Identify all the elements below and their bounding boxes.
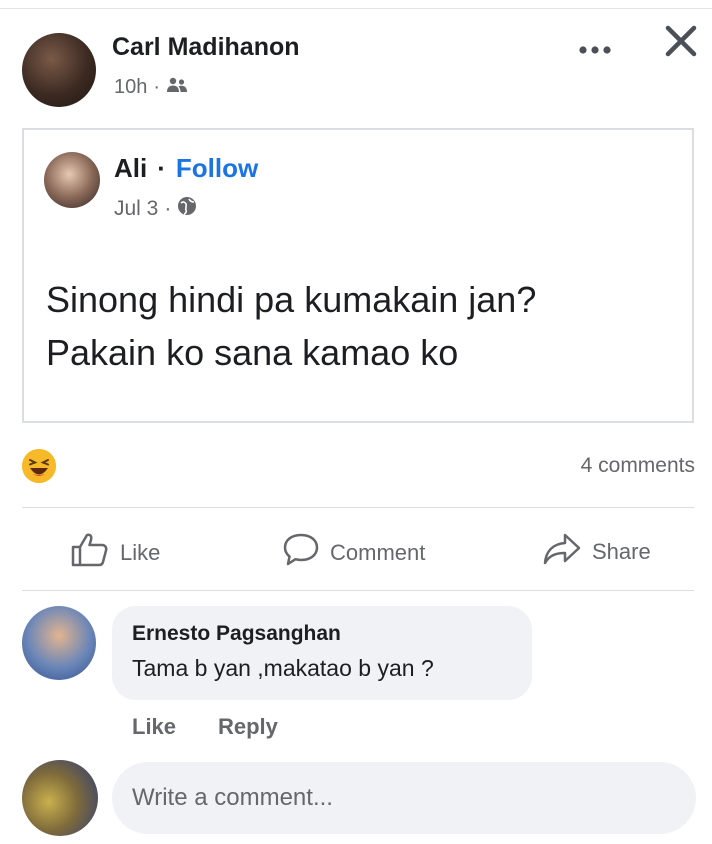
close-icon[interactable] [664,24,698,65]
commenter-avatar[interactable] [22,606,96,680]
shared-meta-separator: · [164,197,172,220]
top-divider [0,0,712,9]
share-label: Share [592,539,651,564]
shared-author-name[interactable]: Ali [114,153,147,184]
write-comment-input[interactable] [112,762,696,834]
follow-button[interactable]: Follow [176,153,258,184]
friends-icon [166,76,188,99]
commenter-name[interactable]: Ernesto Pagsanghan [132,622,341,646]
like-icon [70,532,110,574]
comment-bubble [112,606,532,700]
shared-post-text: Sinong hindi pa kumakain jan? Pakain ko … [46,279,537,373]
current-user-avatar [22,760,98,836]
meta-separator: · [153,76,161,98]
like-button[interactable]: Like [70,532,160,574]
like-label: Like [120,540,161,565]
comment-text: Tama b yan ,makatao b yan ? [132,655,434,681]
more-options-icon[interactable] [578,30,612,62]
comment-label: Comment [330,540,426,565]
comment-reply-button[interactable]: Reply [218,714,278,740]
globe-icon [177,196,197,222]
shared-author-avatar[interactable] [44,152,100,208]
shared-author-row: Ali · Follow [114,153,258,184]
author-avatar[interactable] [22,33,96,107]
comment-button[interactable]: Comment [282,532,425,574]
comment-like-button[interactable]: Like [132,714,176,740]
share-button[interactable]: Share [542,532,651,572]
comments-count[interactable]: 4 comments [581,454,695,478]
author-name[interactable]: Carl Madihanon [112,33,300,62]
share-icon [542,532,582,572]
shared-post-meta: Jul 3 · [114,196,197,222]
post-time[interactable]: 10h [114,76,147,99]
shared-author-dot: · [157,153,166,183]
comment-icon [282,532,320,574]
post-meta: 10h · [114,76,188,99]
shared-post-date[interactable]: Jul 3 [114,197,158,221]
haha-reaction-icon[interactable] [22,449,56,483]
divider [22,507,694,508]
divider [22,590,694,591]
